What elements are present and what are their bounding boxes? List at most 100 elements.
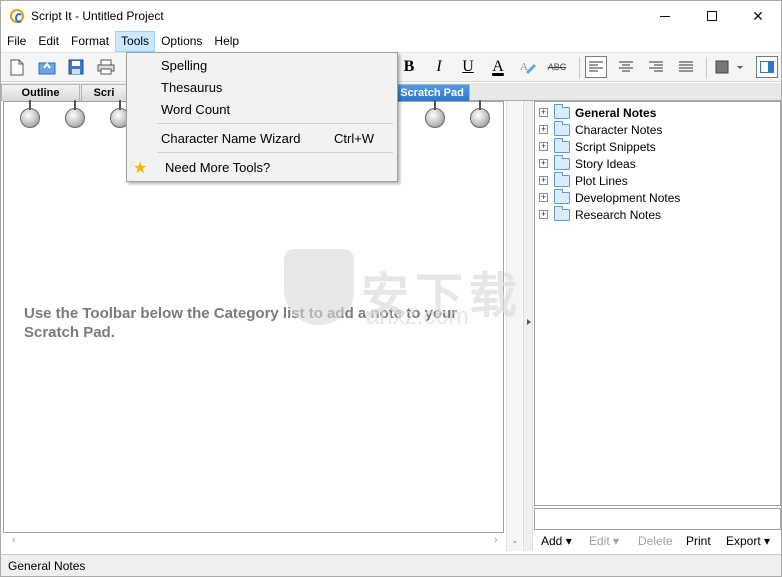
folder-icon: [554, 188, 570, 204]
menu-item-shortcut: Ctrl+W: [334, 131, 375, 146]
align-center-button[interactable]: [615, 56, 637, 78]
menu-item-character-name-wizard[interactable]: Character Name Wizard Ctrl+W: [127, 127, 397, 149]
menu-file[interactable]: File: [1, 31, 32, 52]
printer-icon: [97, 59, 115, 75]
close-icon: ✕: [752, 7, 764, 24]
align-right-button[interactable]: [645, 56, 667, 78]
print-button[interactable]: [95, 56, 117, 78]
folder-icon: [554, 120, 570, 136]
note-preview-field[interactable]: [534, 508, 781, 530]
tab-scratch-pad[interactable]: Scratch Pad: [394, 84, 470, 101]
menu-separator: [157, 152, 393, 153]
open-button[interactable]: [36, 56, 58, 78]
maximize-button[interactable]: [689, 1, 735, 31]
delete-button[interactable]: Delete: [638, 534, 673, 548]
underline-button[interactable]: U: [457, 56, 479, 78]
menu-format[interactable]: Format: [65, 31, 115, 52]
chevron-down-icon: ▾: [565, 534, 572, 548]
tree-item-general-notes[interactable]: + General Notes: [539, 103, 656, 121]
toolbar-divider: [579, 57, 580, 79]
color-swatch-icon: [715, 60, 743, 74]
menu-item-label: Character Name Wizard: [161, 131, 301, 146]
binder-ring: [20, 100, 40, 128]
expand-icon[interactable]: +: [539, 159, 548, 168]
menu-options[interactable]: Options: [155, 31, 208, 52]
folder-icon: [554, 137, 570, 153]
new-document-button[interactable]: [6, 56, 28, 78]
export-button[interactable]: Export ▾: [726, 534, 770, 548]
toolbar-divider: [706, 57, 707, 79]
save-icon: [68, 59, 84, 75]
expand-icon[interactable]: +: [539, 125, 548, 134]
tree-item-story-ideas[interactable]: + Story Ideas: [539, 154, 636, 172]
window-title: Script It - Untitled Project: [31, 9, 164, 23]
toggle-pane-button[interactable]: [756, 56, 778, 78]
menu-separator: [157, 123, 393, 124]
minimize-button[interactable]: [642, 1, 688, 31]
tools-menu-dropdown: Spelling Thesaurus Word Count Character …: [126, 52, 398, 182]
menu-tools[interactable]: Tools: [115, 31, 156, 52]
folder-icon: [554, 205, 570, 221]
menu-help[interactable]: Help: [208, 31, 245, 52]
menu-bar: File Edit Format Tools Options Help: [1, 31, 781, 52]
justify-button[interactable]: [675, 56, 697, 78]
app-window: Script It - Untitled Project ✕ File Edit…: [0, 0, 782, 577]
app-icon: [10, 9, 24, 23]
align-left-button[interactable]: [585, 56, 607, 78]
folder-icon: [554, 171, 570, 187]
expand-icon[interactable]: +: [539, 108, 548, 117]
scroll-right-icon[interactable]: ›: [494, 534, 498, 546]
close-button[interactable]: ✕: [735, 1, 781, 31]
tree-item-development-notes[interactable]: + Development Notes: [539, 188, 680, 206]
strikethrough-button[interactable]: ABC: [546, 56, 568, 78]
category-button-bar: Add ▾ Edit ▾ Delete Print Export ▾: [534, 531, 781, 551]
watermark-subtext: anxz.com: [366, 303, 469, 330]
print-notes-button[interactable]: Print: [686, 534, 711, 548]
pane-splitter[interactable]: [523, 101, 533, 551]
menu-item-word-count[interactable]: Word Count: [127, 98, 397, 120]
clear-format-icon: A: [520, 61, 537, 75]
status-text: General Notes: [8, 559, 86, 573]
menu-item-spelling[interactable]: Spelling: [127, 54, 397, 76]
edit-button[interactable]: Edit ▾: [589, 534, 619, 548]
highlight-color-button[interactable]: [714, 56, 746, 78]
menu-edit[interactable]: Edit: [32, 31, 65, 52]
tree-item-research-notes[interactable]: + Research Notes: [539, 205, 661, 223]
menu-item-thesaurus[interactable]: Thesaurus: [127, 76, 397, 98]
add-button[interactable]: Add ▾: [541, 534, 572, 548]
italic-button[interactable]: I: [428, 56, 450, 78]
expand-icon[interactable]: +: [539, 210, 548, 219]
menu-item-label: Need More Tools?: [165, 160, 271, 175]
tree-item-character-notes[interactable]: + Character Notes: [539, 120, 662, 138]
status-bar: General Notes: [1, 554, 781, 576]
chevron-down-icon: ▾: [764, 534, 771, 548]
tree-item-plot-lines[interactable]: + Plot Lines: [539, 171, 628, 189]
binder-ring: [470, 100, 490, 128]
expand-icon[interactable]: +: [539, 176, 548, 185]
save-button[interactable]: [65, 56, 87, 78]
scroll-left-icon[interactable]: ‹: [12, 534, 16, 546]
maximize-icon: [707, 11, 717, 21]
expand-icon[interactable]: +: [539, 142, 548, 151]
menu-item-label: Spelling: [161, 58, 208, 73]
menu-item-label: Thesaurus: [161, 80, 223, 95]
export-label: Export: [726, 534, 761, 548]
splitter-grip-icon: [527, 319, 531, 325]
menu-item-need-more-tools[interactable]: ★ Need More Tools?: [127, 156, 397, 178]
panel-icon: [760, 61, 774, 73]
tab-script[interactable]: Scri: [81, 84, 127, 101]
folder-icon: [554, 154, 570, 170]
title-bar: Script It - Untitled Project ✕: [1, 1, 781, 31]
editor-vertical-scrollbar[interactable]: ⌄: [506, 101, 522, 551]
tab-outline[interactable]: Outline: [1, 84, 80, 101]
binder-ring: [65, 100, 85, 128]
bold-button[interactable]: B: [398, 56, 420, 78]
expand-icon[interactable]: +: [539, 193, 548, 202]
scroll-down-icon[interactable]: ⌄: [511, 535, 519, 546]
font-color-button[interactable]: A: [487, 56, 509, 78]
clear-format-button[interactable]: A: [517, 56, 539, 78]
new-document-icon: [10, 59, 24, 75]
tree-item-script-snippets[interactable]: + Script Snippets: [539, 137, 656, 155]
category-tree: + General Notes + Character Notes + Script …: [534, 101, 781, 506]
open-icon: [38, 62, 56, 75]
